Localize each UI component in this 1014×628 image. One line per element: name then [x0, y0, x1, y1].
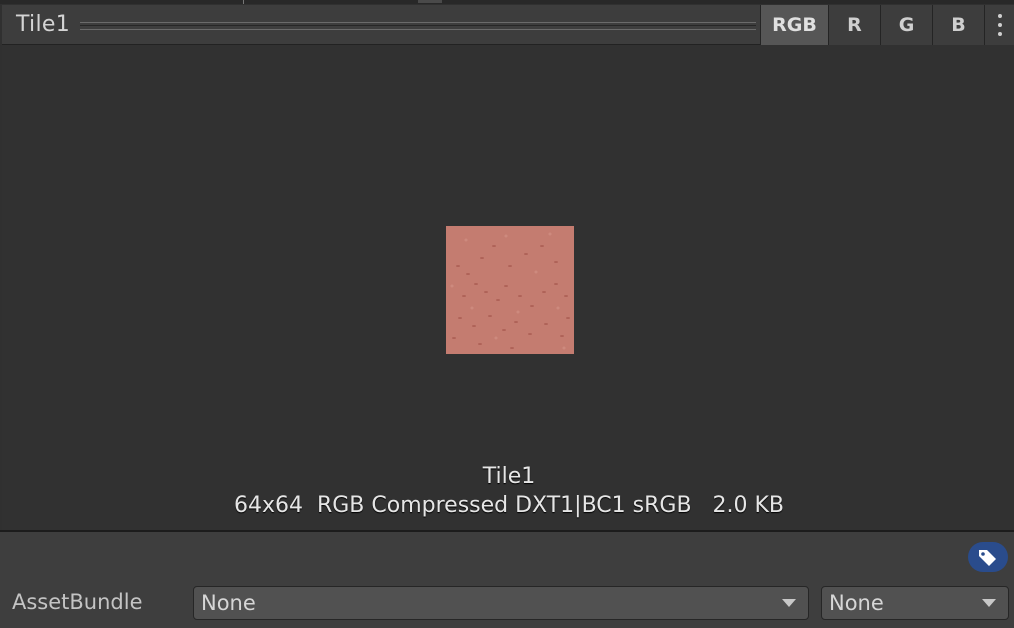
- texture-inspector-preview: Tile1 RGB R G B Tile1 64x64 RGB Compress…: [0, 0, 1014, 628]
- asset-bundle-variant-value: None: [829, 591, 884, 615]
- preview-title: Tile1: [16, 12, 71, 37]
- asset-bundle-variant-dropdown[interactable]: None: [821, 586, 1009, 620]
- texture-details-label: 64x64 RGB Compressed DXT1|BC1 sRGB 2.0 K…: [233, 493, 785, 518]
- chevron-down-icon: [982, 599, 996, 607]
- channel-g-button[interactable]: G: [880, 5, 932, 45]
- channel-r-button[interactable]: R: [828, 5, 880, 45]
- asset-bundle-dropdown[interactable]: None: [193, 586, 809, 620]
- preview-header: Tile1 RGB R G B: [2, 5, 1014, 45]
- asset-bundle-value: None: [201, 591, 256, 615]
- texture-name-label: Tile1: [482, 464, 536, 489]
- asset-bundle-label: AssetBundle: [12, 590, 143, 614]
- top-strip-scroll-thumb[interactable]: [418, 0, 442, 3]
- asset-labels-button[interactable]: [968, 542, 1008, 572]
- kebab-menu-icon: [998, 14, 1002, 36]
- more-options-button[interactable]: [984, 5, 1014, 45]
- asset-labels-section: AssetBundle None None: [0, 532, 1014, 628]
- channel-rgb-button[interactable]: RGB: [760, 5, 828, 45]
- drag-handle[interactable]: [80, 22, 756, 30]
- texture-thumbnail: [446, 226, 574, 354]
- top-strip-tick: [243, 0, 244, 4]
- top-strip: [0, 0, 1014, 4]
- preview-area: Tile1 64x64 RGB Compressed DXT1|BC1 sRGB…: [2, 45, 1014, 531]
- channel-b-button[interactable]: B: [932, 5, 984, 45]
- tag-icon: [979, 550, 996, 566]
- chevron-down-icon: [782, 599, 796, 607]
- texture-image: [446, 226, 574, 354]
